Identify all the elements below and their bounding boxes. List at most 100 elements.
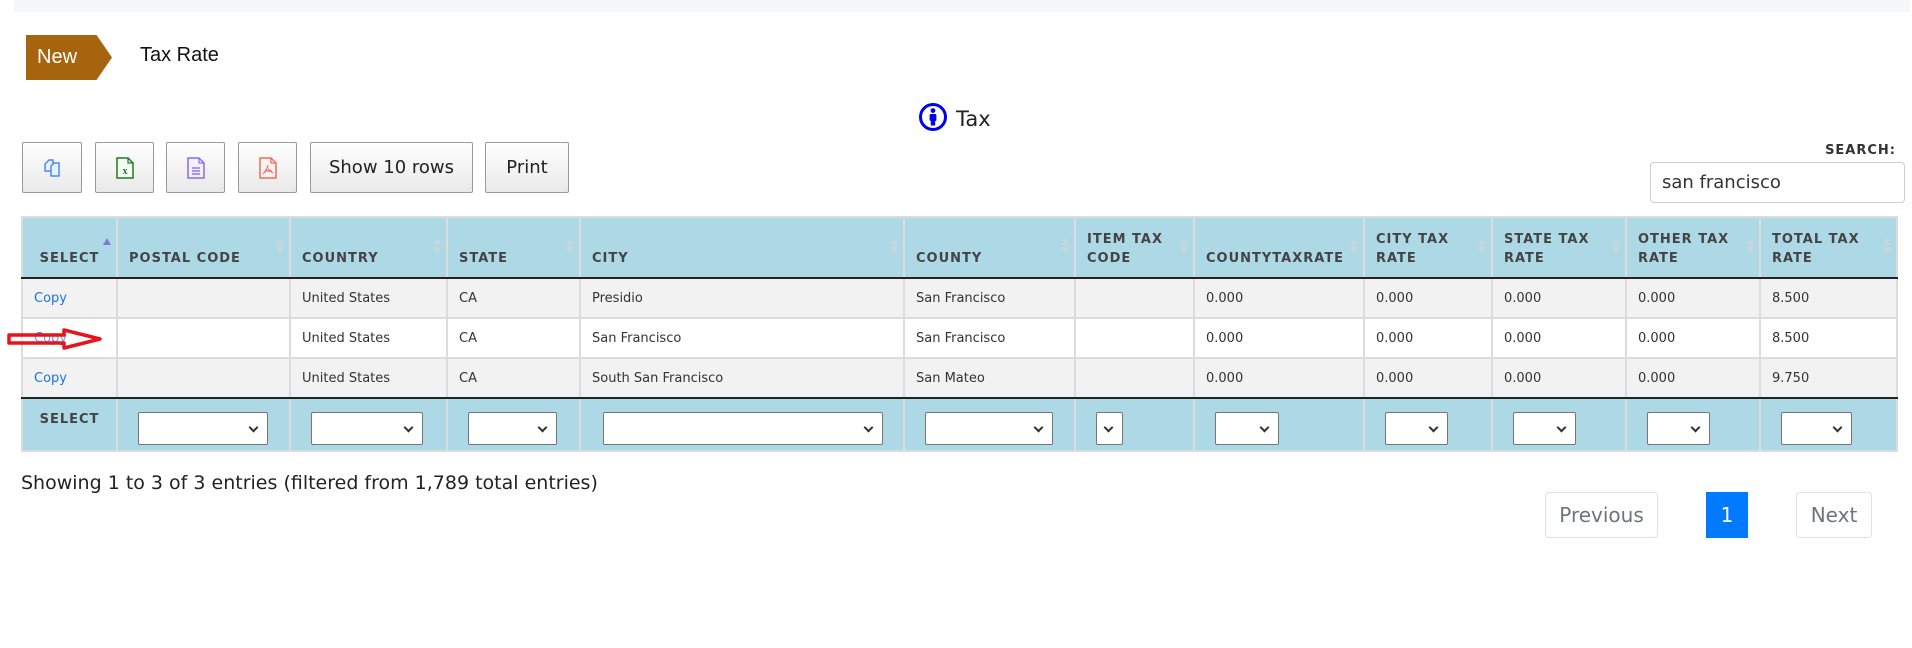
cell-county-tax-rate: 0.000 [1193,317,1365,359]
cell-country: United States [289,357,448,399]
excel-export-button[interactable]: x [95,142,154,193]
cell-state: CA [446,317,581,359]
column-label: CITY [592,251,629,266]
filter-state-tax-rate-select[interactable] [1513,412,1576,445]
cell-county: San Francisco [903,317,1076,359]
footer-select-label: SELECT [21,397,118,452]
new-badge[interactable]: New [26,35,112,80]
page-1-button[interactable]: 1 [1706,492,1748,538]
filter-item-tax-code-select[interactable] [1096,412,1123,445]
filter-city-select[interactable] [603,412,883,445]
show-rows-button[interactable]: Show 10 rows [310,142,473,193]
cell-select: Copy [21,277,118,319]
column-label: STATE [459,251,509,266]
sort-ascending-icon [103,238,111,256]
column-label: TOTAL TAX RATE [1772,232,1860,266]
copy-icon [42,158,62,178]
pdf-icon [258,156,277,179]
page-title: Tax Rate [140,44,219,66]
cell-city-tax-rate: 0.000 [1363,317,1493,359]
cell-total-tax-rate: 8.500 [1759,317,1898,359]
column-label: COUNTYTAXRATE [1206,251,1345,266]
column-header-county[interactable]: COUNTY [903,216,1076,279]
column-header-city-tax-rate[interactable]: CITY TAX RATE [1363,216,1493,279]
cell-state: CA [446,357,581,399]
cell-county: San Francisco [903,277,1076,319]
next-page-button[interactable]: Next [1796,492,1872,538]
cell-county-tax-rate: 0.000 [1193,277,1365,319]
column-label: SELECT [39,251,100,266]
sort-icon [1180,238,1188,256]
person-info-icon [918,102,948,136]
search-label: SEARCH: [1825,143,1896,158]
cell-city: South San Francisco [579,357,905,399]
sort-icon [1612,238,1620,256]
cell-other-tax-rate: 0.000 [1625,357,1761,399]
cell-city: San Francisco [579,317,905,359]
sort-icon [1883,238,1891,256]
filter-state-select[interactable] [468,412,557,445]
sort-icon [1746,238,1754,256]
filter-county-select[interactable] [925,412,1053,445]
filter-cell [1625,397,1761,452]
csv-icon [186,156,205,179]
cell-total-tax-rate: 9.750 [1759,357,1898,399]
search-input[interactable] [1650,162,1905,203]
column-header-state[interactable]: STATE [446,216,581,279]
cell-postal-code [116,277,291,319]
cell-item-tax-code [1074,277,1195,319]
column-header-country[interactable]: COUNTRY [289,216,448,279]
section-title: Tax [918,102,991,136]
filter-cell [1759,397,1898,452]
pdf-export-button[interactable] [238,142,297,193]
previous-page-button[interactable]: Previous [1545,492,1658,538]
column-label: OTHER TAX RATE [1638,232,1730,266]
cell-select: Copy [21,357,118,399]
column-header-city[interactable]: CITY [579,216,905,279]
column-header-state-tax-rate[interactable]: STATE TAX RATE [1491,216,1627,279]
copy-link[interactable]: Copy [34,291,67,306]
table-row: Copy United States CA Presidio San Franc… [21,277,1898,319]
csv-export-button[interactable] [166,142,225,193]
filter-county-tax-rate-select[interactable] [1215,412,1279,445]
column-label: CITY TAX RATE [1376,232,1450,266]
sort-icon [1061,238,1069,256]
cell-city-tax-rate: 0.000 [1363,357,1493,399]
cell-city: Presidio [579,277,905,319]
column-header-other-tax-rate[interactable]: OTHER TAX RATE [1625,216,1761,279]
filter-cell [1074,397,1195,452]
cell-postal-code [116,357,291,399]
sort-icon [566,238,574,256]
filter-cell [579,397,905,452]
filter-cell [1193,397,1365,452]
column-header-total-tax-rate[interactable]: TOTAL TAX RATE [1759,216,1898,279]
column-header-postal-code[interactable]: POSTAL CODE [116,216,291,279]
cell-country: United States [289,317,448,359]
column-label: COUNTRY [302,251,379,266]
table-info-text: Showing 1 to 3 of 3 entries (filtered fr… [21,472,598,494]
column-header-county-tax-rate[interactable]: COUNTYTAXRATE [1193,216,1365,279]
filter-cell [116,397,291,452]
filter-country-select[interactable] [311,412,423,445]
filter-cell [446,397,581,452]
cell-state: CA [446,277,581,319]
column-label: ITEM TAX CODE [1087,232,1163,266]
column-label: STATE TAX RATE [1504,232,1590,266]
sort-icon [276,238,284,256]
column-header-item-tax-code[interactable]: ITEM TAX CODE [1074,216,1195,279]
excel-icon: x [115,156,134,179]
copy-link[interactable]: Copy [34,371,67,386]
section-title-label: Tax [956,107,991,131]
column-header-select[interactable]: SELECT [21,216,118,279]
filter-cell [1363,397,1493,452]
print-button[interactable]: Print [485,142,569,193]
cell-other-tax-rate: 0.000 [1625,317,1761,359]
filter-city-tax-rate-select[interactable] [1385,412,1448,445]
filter-other-tax-rate-select[interactable] [1647,412,1710,445]
table-row: Copy United States CA San Francisco San … [21,317,1898,359]
filter-postal-code-select[interactable] [138,412,268,445]
cell-city-tax-rate: 0.000 [1363,277,1493,319]
copy-button[interactable] [22,142,82,193]
cell-state-tax-rate: 0.000 [1491,317,1627,359]
filter-total-tax-rate-select[interactable] [1781,412,1852,445]
